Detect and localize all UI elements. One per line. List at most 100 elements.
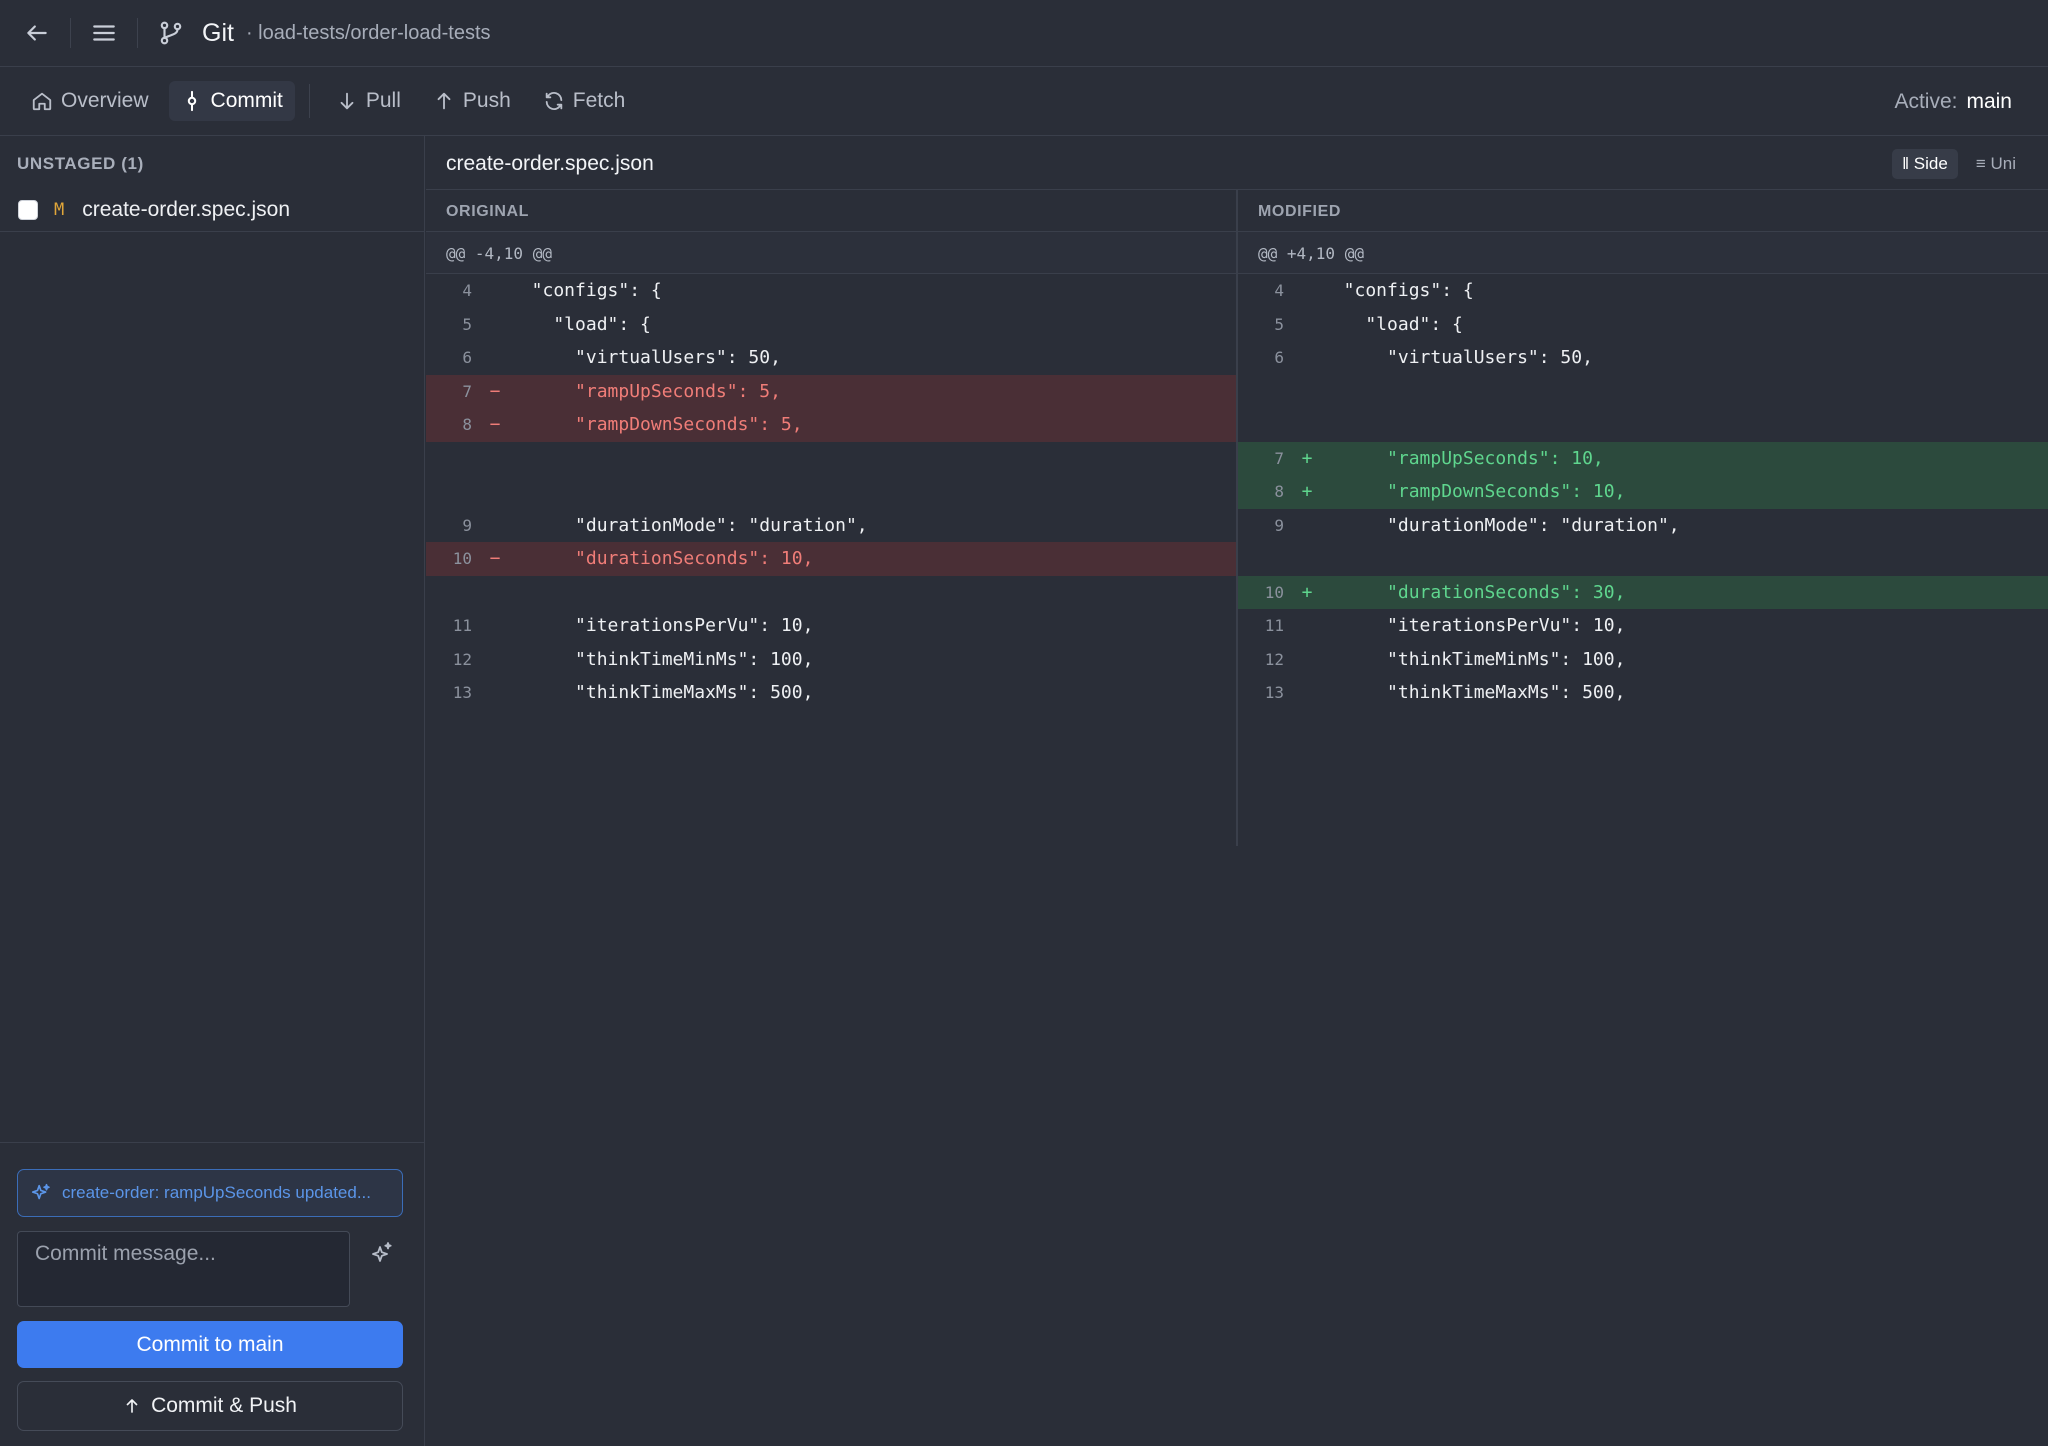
modified-diff-line [1238,542,2048,576]
ai-commit-suggestion[interactable]: create-order: rampUpSeconds updated... [17,1169,403,1217]
modified-diff-line: 11 "iterationsPerVu": 10, [1238,609,2048,643]
modified-diff-line: 8 + "rampDownSeconds": 10, [1238,475,2048,509]
tab-label: Push [462,89,511,112]
original-diff-line: 11 "iterationsPerVu": 10, [426,609,1236,643]
repo-path: · load-tests/order-load-tests [245,21,491,44]
original-diff-line: 8− "rampDownSeconds": 5, [426,408,1236,442]
modified-diff-line [1238,375,2048,409]
modified-hunk-header: @@ +4,10 @@ [1238,232,2048,274]
tab-label: Commit [210,89,283,112]
original-column-header: ORIGINAL [426,190,1236,232]
diff-header: create-order.spec.json ‖ Side ≡ Uni [426,136,2048,190]
original-diff-line: 6 "virtualUsers": 50, [426,341,1236,375]
diff-panel: create-order.spec.json ‖ Side ≡ Uni ORIG… [426,136,2048,1446]
stage-checkbox[interactable] [18,199,38,220]
arrow-down-icon [336,90,358,112]
line-number: 10 [452,549,472,569]
line-number: 11 [1264,616,1284,636]
line-number: 13 [1264,683,1284,703]
modified-diff-line: 5 "load": { [1238,308,2048,342]
line-number: 6 [1274,348,1284,368]
line-number: 4 [462,281,472,301]
modified-diff-line: 4 "configs": { [1238,274,2048,308]
line-number: 7 [462,381,472,401]
tab-push[interactable]: Push [421,81,523,121]
active-branch-name: main [1966,89,2012,113]
original-hunk-header: @@ -4,10 @@ [426,232,1236,274]
active-branch-label: Active: [1894,89,1958,113]
line-number: 12 [1264,649,1284,669]
original-diff-line: 7− "rampUpSeconds": 5, [426,374,1236,408]
line-number: 9 [462,515,472,535]
line-number: 11 [452,616,472,636]
back-arrow-icon[interactable] [18,14,56,52]
line-number: 6 [462,348,472,368]
original-diff-line: 10− "durationSeconds": 10, [426,542,1236,576]
original-diff-line: 4 "configs": { [426,274,1236,308]
line-number: 5 [1274,314,1284,334]
arrow-up-icon [123,1397,141,1415]
commit-to-main-button[interactable]: Commit to main [17,1321,403,1368]
unstaged-section-title: UNSTAGED (1) [17,154,144,173]
side-by-side-view-button[interactable]: ‖ Side [1892,149,1958,179]
code-text: "rampUpSeconds": 10, [1322,447,1604,469]
code-text: "thinkTimeMaxMs": 500, [1322,682,1626,704]
code-text: "rampDownSeconds": 10, [1322,481,1626,503]
tab-pull[interactable]: Pull [324,81,413,121]
original-diff-line [426,475,1236,509]
tab-label: Pull [365,89,401,112]
modified-diff-line [1238,408,2048,442]
git-branch-icon [152,14,190,52]
line-number: 8 [462,415,472,435]
modified-diff-line: 10 + "durationSeconds": 30, [1238,575,2048,609]
title-bar: Git · load-tests/order-load-tests [0,0,2048,67]
original-diff-line: 9 "durationMode": "duration", [426,509,1236,543]
original-code-column: 4 "configs": {5 "load": {6 "virtualUsers… [426,274,1236,710]
code-text: "virtualUsers": 50, [1322,347,1593,369]
original-diff-line [426,442,1236,476]
original-diff-line [426,576,1236,610]
menu-icon[interactable] [85,14,123,52]
tab-fetch[interactable]: Fetch [531,81,638,121]
line-number: 13 [452,683,472,703]
code-text: "durationSeconds": 30, [1322,581,1626,603]
diff-sign: − [489,414,501,436]
tab-commit[interactable]: Commit [168,81,295,121]
code-text: "thinkTimeMinMs": 100, [1322,648,1626,670]
code-text: "rampDownSeconds": 5, [510,414,803,436]
line-number: 9 [1274,515,1284,535]
code-text: "durationSeconds": 10, [510,548,814,570]
diff-sign: + [1301,447,1313,469]
changes-sidebar: UNSTAGED (1) M create-order.spec.json cr… [0,136,425,1446]
code-text: "load": { [510,313,651,335]
sparkle-icon [30,1182,52,1204]
code-text: "thinkTimeMaxMs": 500, [510,682,814,704]
code-text: "durationMode": "duration", [1322,514,1680,536]
git-toolbar: Overview Commit Pull Push Fetch Active: … [0,67,2048,136]
diff-sign: + [1301,481,1313,503]
original-diff-line: 5 "load": { [426,308,1236,342]
commit-icon [181,90,203,112]
view-mode-toggle: ‖ Side ≡ Uni [1892,149,2026,179]
column-divider [1236,190,1238,846]
original-diff-line: 13 "thinkTimeMaxMs": 500, [426,676,1236,710]
commit-message-input[interactable] [17,1231,350,1307]
unified-view-button[interactable]: ≡ Uni [1966,149,2026,179]
changed-file-name: create-order.spec.json [82,197,291,221]
changed-file-row[interactable]: M create-order.spec.json [0,188,424,232]
generate-message-sparkle-icon[interactable] [366,1237,398,1269]
line-number: 12 [452,649,472,669]
line-number: 8 [1274,482,1284,502]
line-number: 4 [1274,281,1284,301]
modified-column-header: MODIFIED [1238,190,2048,232]
modified-diff-line: 13 "thinkTimeMaxMs": 500, [1238,676,2048,710]
tab-overview[interactable]: Overview [19,81,161,121]
code-text: "iterationsPerVu": 10, [1322,615,1626,637]
modified-diff-line: 7 + "rampUpSeconds": 10, [1238,441,2048,475]
modified-diff-line: 12 "thinkTimeMinMs": 100, [1238,643,2048,677]
code-text: "durationMode": "duration", [510,514,868,536]
app-title: Git [202,18,234,47]
commit-and-push-button[interactable]: Commit & Push [17,1381,403,1431]
line-number: 10 [1264,582,1284,602]
modified-code-column: 4 "configs": {5 "load": { 6 "virtualUsers… [1238,274,2048,710]
